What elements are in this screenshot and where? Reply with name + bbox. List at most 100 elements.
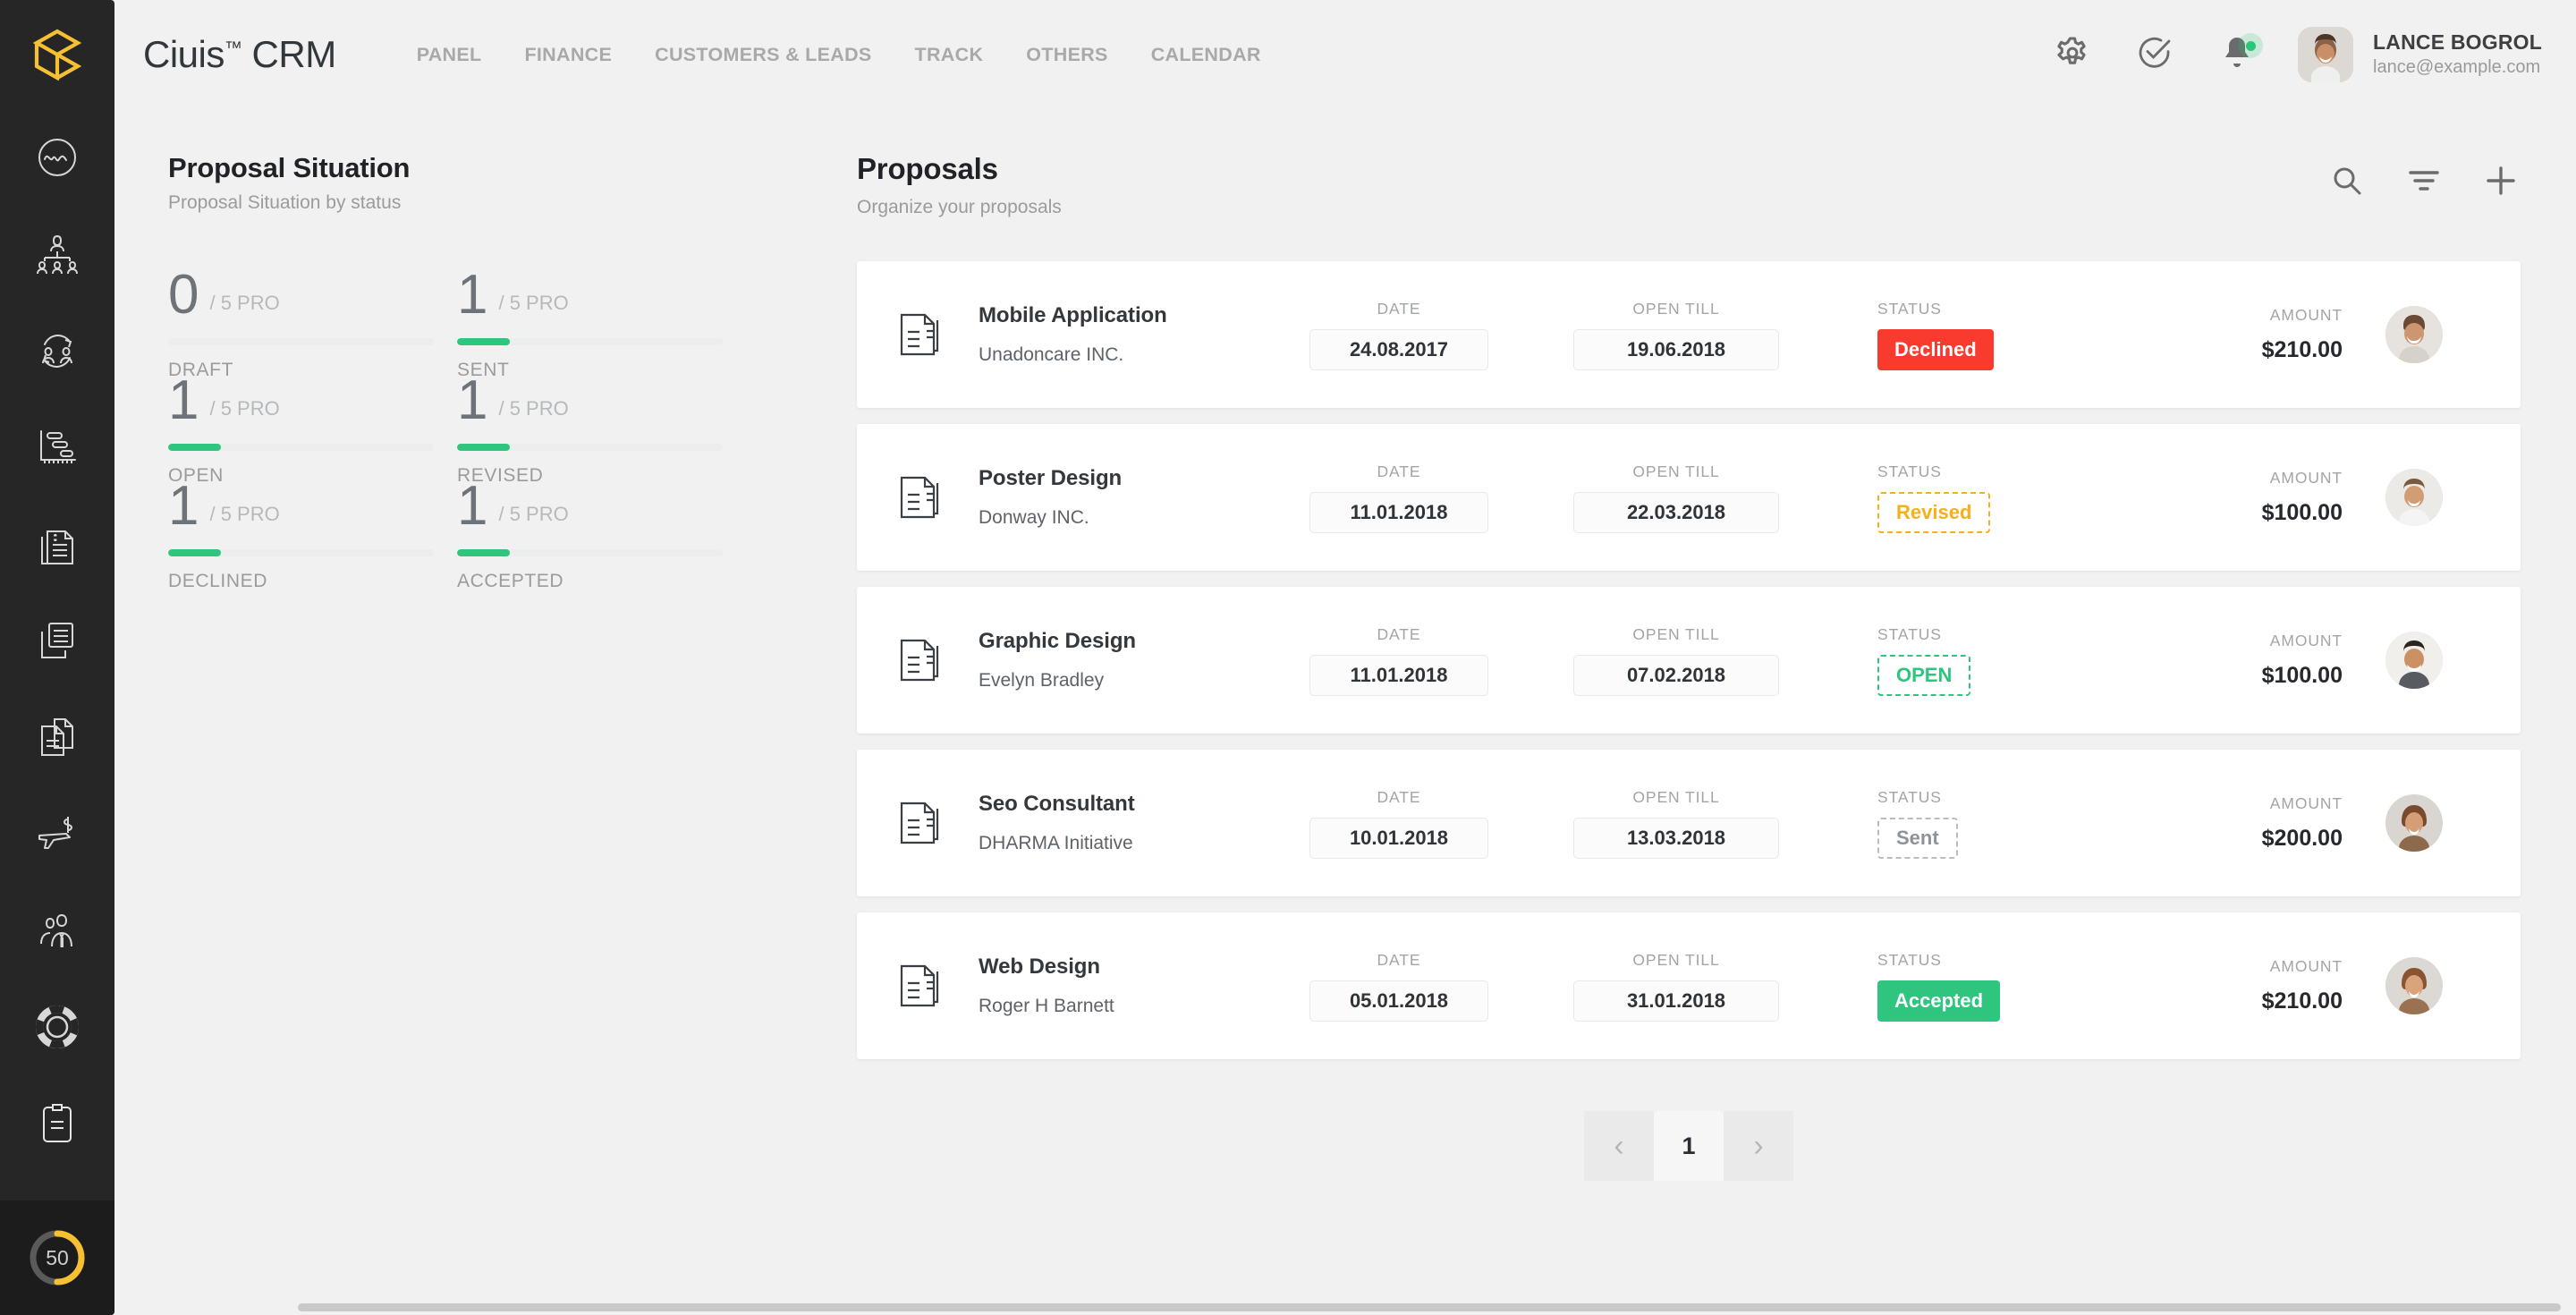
document-icon	[896, 795, 945, 852]
stat-value: 1	[168, 376, 198, 426]
app-logo[interactable]	[0, 0, 114, 109]
proposal-client: Unadoncare INC.	[979, 344, 1309, 366]
proposal-client: Donway INC.	[979, 507, 1309, 529]
settings-button[interactable]	[2031, 13, 2114, 96]
status-cell: STATUS Revised	[1877, 462, 2083, 533]
nav-item-track[interactable]: TRACK	[915, 44, 984, 66]
open-till-cell: OPEN TILL 31.01.2018	[1573, 951, 1779, 1022]
amount-cell: AMOUNT $100.00	[2164, 632, 2343, 689]
horizontal-scrollbar[interactable]	[114, 1299, 2576, 1315]
open-till-value: 22.03.2018	[1573, 492, 1779, 533]
page-content: Proposal Situation Proposal Situation by…	[114, 109, 2576, 1315]
user-name: LANCE BOGROL	[2373, 30, 2542, 55]
pagination-prev[interactable]: ‹	[1584, 1111, 1654, 1181]
pagination-next[interactable]: ›	[1724, 1111, 1793, 1181]
status-badge: Revised	[1877, 492, 1990, 533]
sidebar-item-proposals[interactable]	[0, 689, 114, 785]
column-header-open-till: OPEN TILL	[1573, 625, 1779, 644]
proposal-title: Web Design	[979, 954, 1309, 980]
date-value: 11.01.2018	[1309, 655, 1488, 696]
column-header-status: STATUS	[1877, 462, 2083, 481]
add-icon	[2486, 165, 2516, 200]
usage-gauge[interactable]: 50	[0, 1200, 114, 1315]
stat-progress	[457, 549, 723, 556]
sidebar-item-activity[interactable]	[0, 109, 114, 206]
sidebar-item-track[interactable]	[0, 399, 114, 496]
column-header-date: DATE	[1309, 300, 1488, 318]
date-value: 11.01.2018	[1309, 492, 1488, 533]
pagination-page-1[interactable]: 1	[1654, 1111, 1724, 1181]
open-till-cell: OPEN TILL 13.03.2018	[1573, 788, 1779, 859]
assignee-avatar	[2385, 469, 2443, 526]
org-chart-icon	[35, 234, 80, 274]
proposal-name-cell: Seo Consultant DHARMA Initiative	[979, 792, 1309, 854]
status-badge: Declined	[1877, 329, 1994, 370]
sidebar-item-customers[interactable]	[0, 302, 114, 399]
travel-expense-icon	[36, 816, 79, 852]
nav-item-panel[interactable]: PANEL	[417, 44, 482, 66]
avatar	[2298, 27, 2353, 82]
search-button[interactable]	[2327, 163, 2367, 202]
date-value: 24.08.2017	[1309, 329, 1488, 370]
nav-item-customers[interactable]: CUSTOMERS & LEADS	[655, 44, 871, 66]
gear-icon	[2056, 37, 2089, 73]
stat-progress	[457, 444, 723, 451]
stat-open: 1 / 5 PRO OPEN	[168, 376, 434, 481]
table-row[interactable]: Web Design Roger H Barnett DATE 05.01.20…	[857, 912, 2521, 1059]
sidebar-item-staff[interactable]	[0, 882, 114, 979]
clipboard-icon	[38, 1102, 76, 1145]
stat-quota: / 5 PRO	[209, 397, 279, 426]
date-value: 10.01.2018	[1309, 818, 1488, 859]
add-proposal-button[interactable]	[2481, 163, 2521, 202]
table-row[interactable]: Graphic Design Evelyn Bradley DATE 11.01…	[857, 587, 2521, 734]
table-row[interactable]: Mobile Application Unadoncare INC. DATE …	[857, 261, 2521, 408]
documents-icon	[37, 621, 78, 660]
stat-progress	[457, 338, 723, 345]
sidebar-item-invoices[interactable]	[0, 496, 114, 592]
tasks-done-button[interactable]	[2114, 13, 2196, 96]
status-cell: STATUS Declined	[1877, 300, 2083, 370]
sidebar-item-org-chart[interactable]	[0, 206, 114, 302]
open-till-value: 13.03.2018	[1573, 818, 1779, 859]
proposal-title: Mobile Application	[979, 303, 1309, 328]
sidebar-item-tasks[interactable]	[0, 1075, 114, 1172]
stat-value: 1	[457, 481, 487, 531]
assignee-avatar	[2385, 957, 2443, 1014]
notifications-button[interactable]	[2196, 13, 2278, 96]
stat-label: ACCEPTED	[457, 571, 723, 592]
sidebar-item-support[interactable]	[0, 979, 114, 1075]
user-menu[interactable]: LANCE BOGROL lance@example.com	[2298, 27, 2542, 82]
page-subtitle: Organize your proposals	[857, 197, 1062, 218]
table-row[interactable]: Poster Design Donway INC. DATE 11.01.201…	[857, 424, 2521, 571]
open-till-value: 31.01.2018	[1573, 980, 1779, 1022]
sidebar-item-travel-expense[interactable]	[0, 785, 114, 882]
proposal-title: Graphic Design	[979, 629, 1309, 654]
open-till-cell: OPEN TILL 19.06.2018	[1573, 300, 1779, 370]
top-bar: Ciuis™ CRM PANEL FINANCE CUSTOMERS & LEA…	[114, 0, 2576, 109]
nav-item-calendar[interactable]: CALENDAR	[1151, 44, 1261, 66]
date-cell: DATE 24.08.2017	[1309, 300, 1488, 370]
open-till-cell: OPEN TILL 22.03.2018	[1573, 462, 1779, 533]
amount-value: $210.00	[2164, 988, 2343, 1014]
amount-cell: AMOUNT $210.00	[2164, 957, 2343, 1014]
proposals-list: Mobile Application Unadoncare INC. DATE …	[857, 261, 2521, 1059]
table-row[interactable]: Seo Consultant DHARMA Initiative DATE 10…	[857, 750, 2521, 896]
pagination: ‹ 1 ›	[857, 1111, 2521, 1181]
nav-item-others[interactable]: OTHERS	[1026, 44, 1107, 66]
proposals-toolbar	[2327, 152, 2521, 202]
column-header-status: STATUS	[1877, 951, 2083, 970]
brand-name: Ciuis	[143, 33, 225, 75]
open-till-value: 07.02.2018	[1573, 655, 1779, 696]
staff-icon	[36, 912, 79, 949]
customer-exchange-icon	[35, 330, 80, 371]
filter-button[interactable]	[2404, 163, 2444, 202]
invoice-icon	[37, 522, 78, 565]
sidebar-item-documents[interactable]	[0, 592, 114, 689]
stat-value: 0	[168, 270, 198, 320]
brand-tm: ™	[225, 38, 242, 58]
column-header-open-till: OPEN TILL	[1573, 788, 1779, 807]
proposal-client: DHARMA Initiative	[979, 833, 1309, 854]
status-badge: Sent	[1877, 818, 1958, 859]
proposal-name-cell: Graphic Design Evelyn Bradley	[979, 629, 1309, 691]
nav-item-finance[interactable]: FINANCE	[524, 44, 612, 66]
